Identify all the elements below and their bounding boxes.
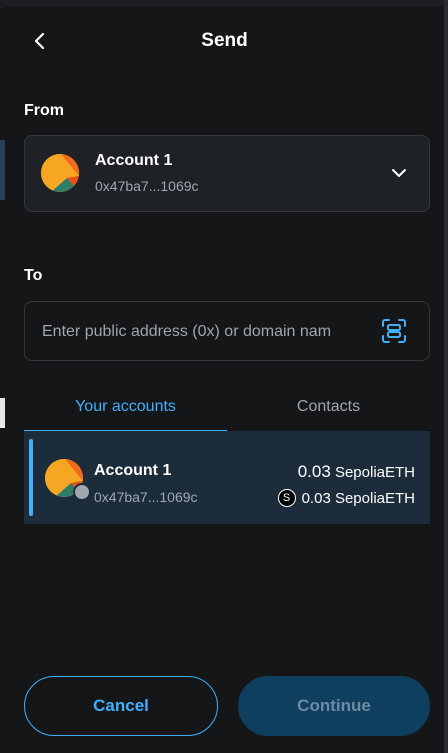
balance-unit: SepoliaETH — [334, 464, 415, 481]
account-list-item[interactable]: Account 1 0x47ba7...1069c 0.03 SepoliaET… — [24, 431, 430, 524]
header: Send — [5, 24, 444, 60]
tab-contacts[interactable]: Contacts — [227, 390, 430, 432]
to-label: To — [24, 267, 43, 284]
recipient-field[interactable] — [24, 301, 430, 361]
sepolia-token-icon: S — [277, 489, 296, 507]
send-panel: Send From Account 1 0x47ba7...1069c To E… — [5, 6, 444, 753]
account-name: Account 1 — [95, 152, 173, 169]
background-window-edge — [444, 0, 448, 753]
from-account-selector[interactable]: Account 1 0x47ba7...1069c — [24, 135, 430, 212]
token-balance-text: 0.03 SepoliaETH — [301, 489, 415, 507]
token-balance: S 0.03 SepoliaETH — [277, 489, 415, 507]
cancel-button[interactable]: Cancel — [24, 676, 218, 736]
continue-button[interactable]: Continue — [238, 676, 430, 736]
selected-indicator — [29, 439, 33, 516]
avatar — [41, 154, 79, 192]
page-title: Send — [201, 30, 248, 51]
account-balance: 0.03 SepoliaETH — [298, 462, 415, 482]
recipient-tabs: Your accounts Contacts — [24, 390, 430, 432]
account-name: Account 1 — [94, 462, 172, 479]
account-address: 0x47ba7...1069c — [94, 489, 198, 505]
from-label: From — [24, 102, 64, 119]
network-badge — [73, 483, 91, 501]
account-address: 0x47ba7...1069c — [95, 178, 199, 194]
recipient-input[interactable] — [42, 320, 372, 344]
chevron-down-icon — [392, 169, 406, 177]
balance-amount: 0.03 — [297, 462, 331, 481]
footer: Cancel Continue — [5, 676, 444, 736]
qr-scan-icon[interactable] — [381, 318, 407, 344]
tab-your-accounts[interactable]: Your accounts — [24, 390, 227, 432]
